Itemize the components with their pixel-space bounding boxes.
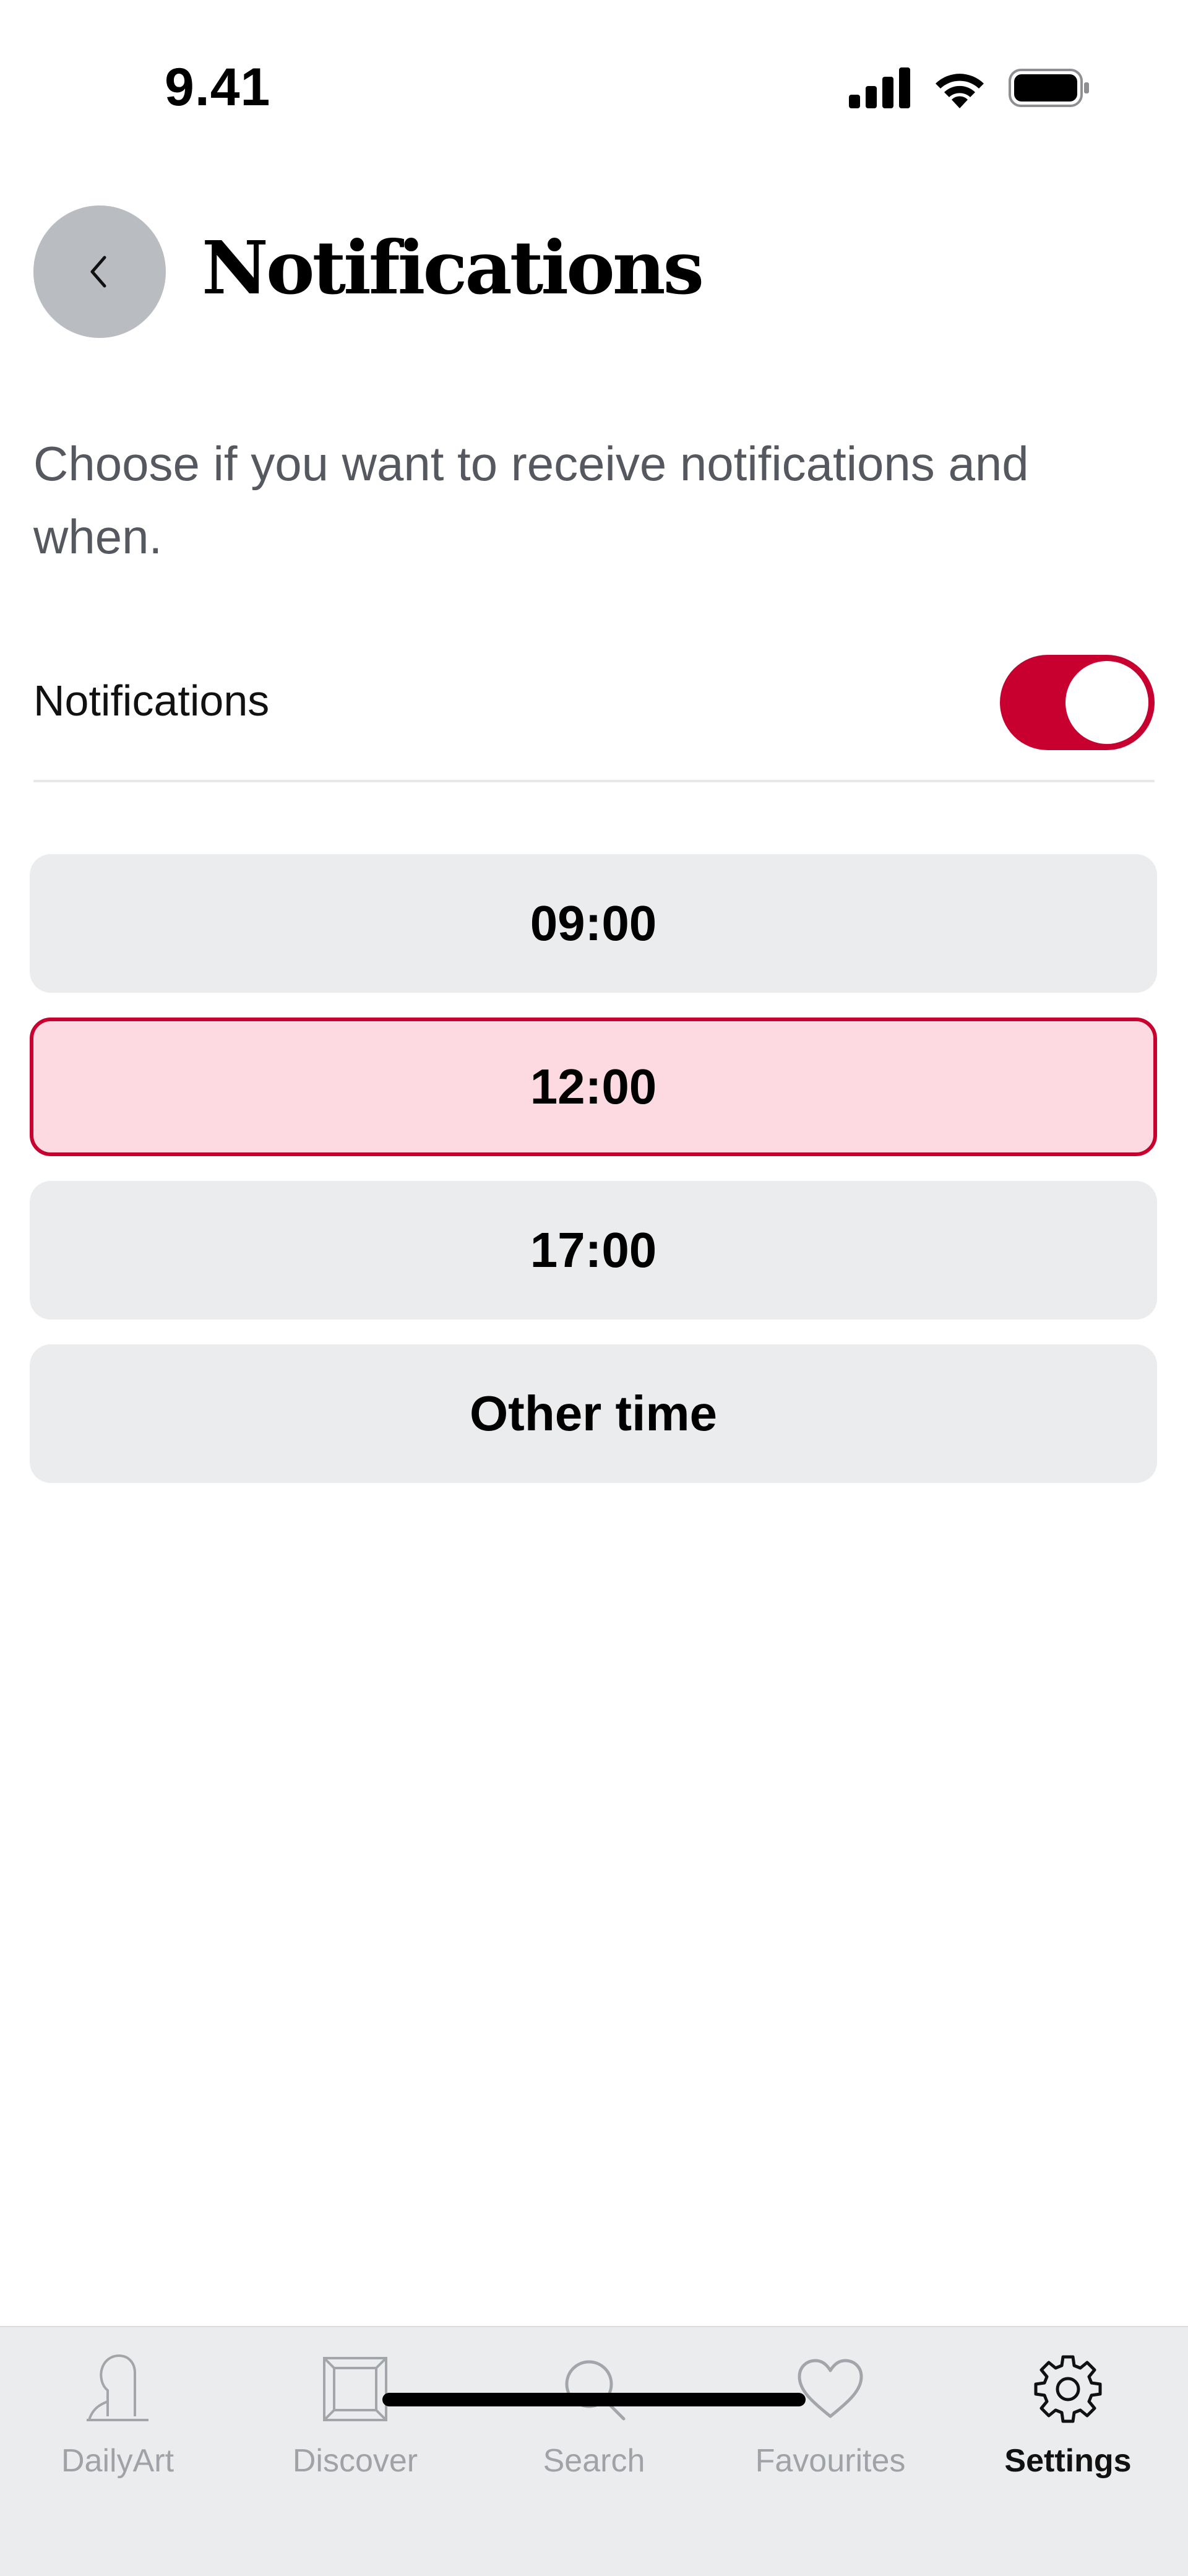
status-bar: 9.41 (0, 0, 1188, 155)
status-time: 9.41 (165, 58, 271, 117)
gear-icon (1034, 2355, 1102, 2423)
back-button[interactable] (33, 205, 166, 338)
tab-label-dailyart: DailyArt (61, 2443, 174, 2479)
tab-favourites[interactable]: Favourites (719, 2352, 942, 2500)
time-option-1700[interactable]: 17:00 (30, 1181, 1157, 1320)
notifications-toggle-label: Notifications (33, 676, 270, 725)
notifications-toggle[interactable] (1000, 655, 1155, 750)
toggle-knob (1065, 661, 1148, 744)
page-title: Notifications (202, 225, 704, 311)
heart-icon (798, 2359, 863, 2418)
tab-dailyart[interactable]: DailyArt (6, 2352, 229, 2500)
tab-label-settings: Settings (1004, 2443, 1132, 2479)
notifications-screen: 9.41 Notifications Choose if you want to… (0, 0, 1188, 2576)
search-icon (565, 2360, 626, 2421)
tab-bar: DailyArt Discover Search Favourites Sett… (0, 2326, 1188, 2576)
status-icons (849, 64, 1090, 111)
portrait-icon (87, 2354, 148, 2421)
tab-label-search: Search (543, 2443, 645, 2479)
home-indicator (382, 2393, 806, 2406)
time-option-other[interactable]: Other time (30, 1344, 1157, 1483)
tab-search[interactable]: Search (483, 2352, 705, 2500)
time-options: 09:00 12:00 17:00 Other time (30, 854, 1157, 1508)
page-description: Choose if you want to receive notificati… (33, 436, 1029, 564)
notifications-toggle-row: Notifications (33, 644, 1155, 782)
time-option-0900[interactable]: 09:00 (30, 854, 1157, 993)
chevron-left-icon (90, 256, 106, 288)
wifi-icon (936, 74, 984, 108)
battery-icon (1009, 69, 1089, 107)
tab-discover[interactable]: Discover (244, 2352, 467, 2500)
tab-settings[interactable]: Settings (957, 2352, 1179, 2500)
cellular-signal-icon (849, 67, 910, 108)
frame-icon (323, 2357, 387, 2421)
tab-label-discover: Discover (292, 2443, 418, 2479)
tab-label-favourites: Favourites (755, 2443, 906, 2479)
time-option-1200[interactable]: 12:00 (30, 1018, 1157, 1156)
